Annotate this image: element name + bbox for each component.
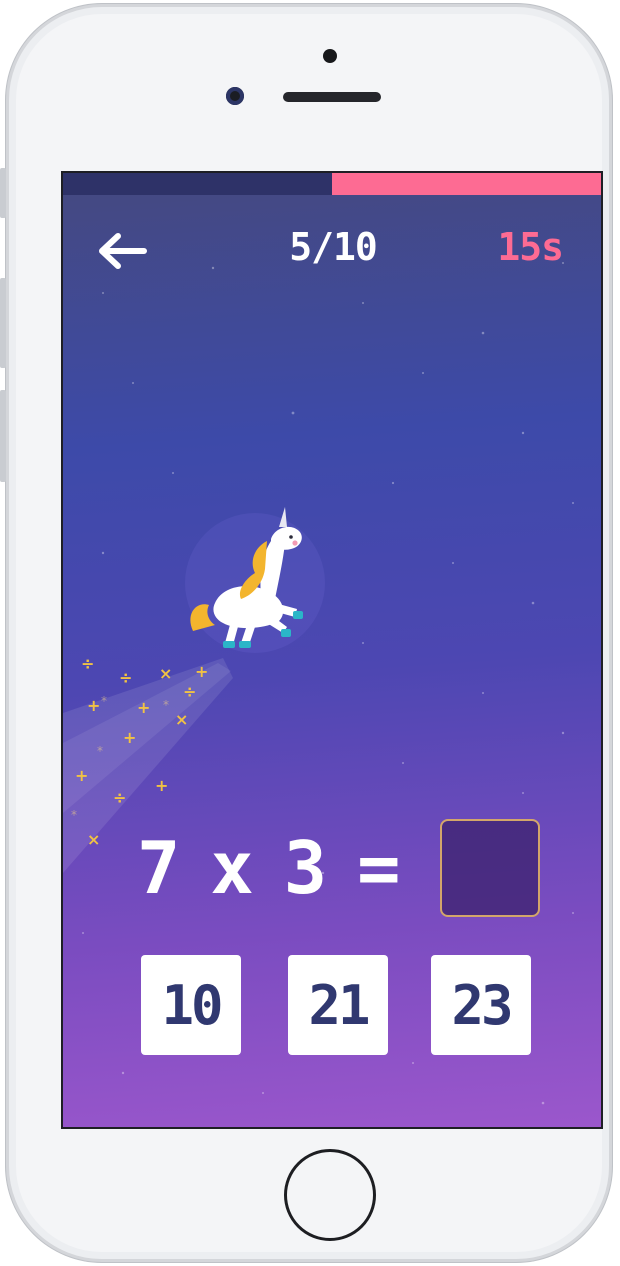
svg-text:×: ×	[87, 830, 100, 849]
phone-frame: 5/10 15s ÷ ÷ × + ÷ + + × + + + ÷ × * * * *	[6, 4, 612, 1262]
mute-switch[interactable]	[0, 168, 6, 218]
svg-text:+: +	[195, 662, 208, 681]
svg-text:÷: ÷	[113, 788, 126, 807]
svg-text:÷: ÷	[183, 682, 196, 701]
svg-text:÷: ÷	[119, 668, 132, 687]
svg-text:+: +	[137, 698, 150, 717]
choice-button[interactable]: 23	[431, 955, 531, 1055]
svg-text:+: +	[75, 766, 88, 785]
svg-text:+: +	[87, 696, 100, 715]
svg-text:×: ×	[159, 664, 172, 683]
progress-fill	[332, 173, 601, 195]
arrow-left-icon	[99, 233, 147, 269]
svg-text:*: *	[97, 744, 103, 758]
unicorn-icon	[185, 507, 325, 653]
front-camera-icon	[226, 87, 244, 105]
choice-button[interactable]: 10	[141, 955, 241, 1055]
svg-text:×: ×	[175, 710, 188, 729]
proximity-sensor	[323, 49, 337, 63]
volume-down-button[interactable]	[0, 390, 6, 482]
left-operand: 7	[137, 826, 181, 910]
equation: 7 x 3 =	[137, 826, 430, 910]
answer-choices: 10 21 23	[141, 955, 541, 1055]
svg-text:+: +	[155, 776, 168, 795]
volume-up-button[interactable]	[0, 278, 6, 368]
equals-sign: =	[357, 826, 401, 910]
answer-slot[interactable]	[440, 819, 540, 917]
svg-text:÷: ÷	[81, 654, 94, 673]
svg-text:*: *	[71, 808, 77, 822]
back-button[interactable]	[95, 229, 151, 273]
home-button[interactable]	[284, 1149, 376, 1241]
choice-button[interactable]: 21	[288, 955, 388, 1055]
earpiece-speaker	[283, 92, 381, 102]
question-progress-bar	[63, 173, 601, 195]
question-counter: 5/10	[289, 225, 378, 269]
countdown-timer: 15s	[497, 225, 564, 269]
operator: x	[210, 826, 254, 910]
svg-text:+: +	[123, 728, 136, 747]
svg-text:*: *	[163, 698, 169, 712]
right-operand: 3	[283, 826, 328, 910]
game-screen: 5/10 15s ÷ ÷ × + ÷ + + × + + + ÷ × * * * *	[61, 171, 603, 1129]
svg-text:*: *	[101, 694, 107, 708]
